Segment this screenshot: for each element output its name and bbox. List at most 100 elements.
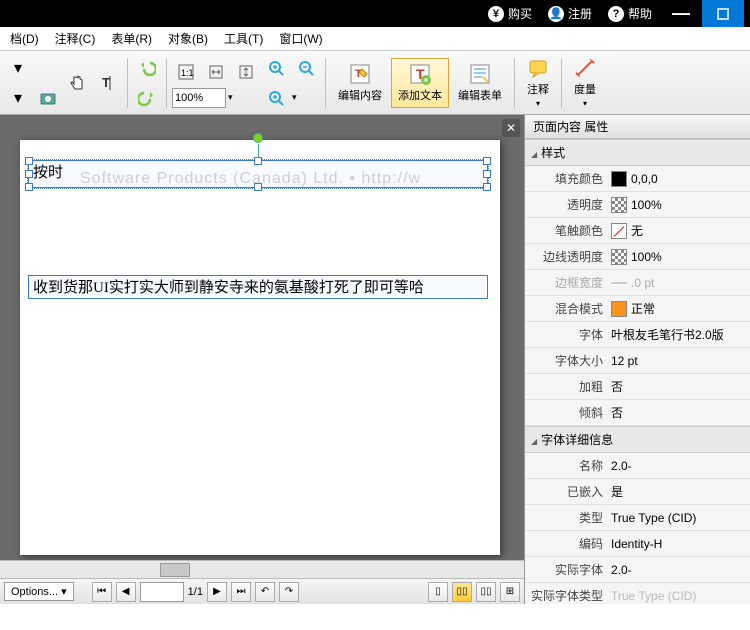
- help-icon: ?: [608, 6, 624, 22]
- two-page-view[interactable]: ▯▯: [476, 582, 496, 602]
- first-page-button[interactable]: ⏮: [92, 582, 112, 602]
- rotate-handle[interactable]: [253, 133, 263, 143]
- resize-handle-w[interactable]: [25, 170, 33, 178]
- options-button[interactable]: Options... ▾: [4, 582, 74, 601]
- properties-panel: 页面内容 属性 样式 填充颜色 0,0,0 透明度 100% 笔触颜色 无 边线…: [524, 115, 750, 604]
- dropdown-button-2[interactable]: ▾: [4, 84, 32, 112]
- resize-handle-e[interactable]: [483, 170, 491, 178]
- nav-fwd-button[interactable]: ↷: [279, 582, 299, 602]
- prop-italic[interactable]: 倾斜 否: [525, 400, 750, 426]
- zoom-out-icon: [297, 59, 315, 77]
- blend-swatch: [611, 301, 627, 317]
- resize-handle-nw[interactable]: [25, 157, 33, 165]
- maximize-button[interactable]: [702, 0, 744, 27]
- register-button[interactable]: 👤 注册: [540, 0, 600, 27]
- zoom-in-icon: [267, 59, 285, 77]
- resize-handle-ne[interactable]: [483, 157, 491, 165]
- section-style[interactable]: 样式: [525, 139, 750, 166]
- zoom-actual-icon: 1:1: [177, 63, 195, 81]
- horizontal-scrollbar[interactable]: [0, 560, 524, 578]
- prop-bold[interactable]: 加粗 否: [525, 374, 750, 400]
- prev-page-button[interactable]: ◀: [116, 582, 136, 602]
- next-page-button[interactable]: ▶: [207, 582, 227, 602]
- resize-handle-n[interactable]: [254, 157, 262, 165]
- menubar: 档(D) 注释(C) 表单(R) 对象(B) 工具(T) 窗口(W): [0, 27, 750, 51]
- menu-win[interactable]: 窗口(W): [271, 28, 330, 49]
- text-select-tool[interactable]: T: [94, 69, 122, 97]
- prop-opacity[interactable]: 透明度 100%: [525, 192, 750, 218]
- resize-handle-se[interactable]: [483, 183, 491, 191]
- edit-content-button[interactable]: T 编辑内容: [331, 58, 389, 108]
- svg-text:1:1: 1:1: [181, 68, 194, 78]
- annot-button[interactable]: 注释 ▾: [520, 52, 556, 113]
- zoom-out-button[interactable]: [292, 54, 320, 82]
- menu-doc[interactable]: 档(D): [2, 28, 47, 49]
- add-text-button[interactable]: T 添加文本: [391, 58, 449, 108]
- fit-page-icon: [237, 63, 255, 81]
- prop-fill-color[interactable]: 填充颜色 0,0,0: [525, 166, 750, 192]
- fit-width-button[interactable]: [202, 58, 230, 86]
- dropdown-button[interactable]: ▾: [4, 54, 32, 82]
- prop-stroke-color[interactable]: 笔触颜色 无: [525, 218, 750, 244]
- zoom-more[interactable]: ▾: [292, 92, 297, 103]
- canvas-area[interactable]: ✕ Software Products (Canada) Ltd. • http…: [0, 115, 524, 560]
- last-page-button[interactable]: ⏭: [231, 582, 251, 602]
- menu-obj[interactable]: 对象(B): [160, 28, 216, 49]
- menu-tool[interactable]: 工具(T): [216, 28, 271, 49]
- prop-encoding: 编码 Identity-H: [525, 531, 750, 557]
- edit-form-icon: [469, 63, 491, 85]
- page-count: 1/1: [188, 586, 203, 598]
- prop-font[interactable]: 字体 叶根友毛笔行书2.0版: [525, 322, 750, 348]
- page[interactable]: Software Products (Canada) Ltd. • http:/…: [20, 140, 500, 555]
- prop-font-size[interactable]: 字体大小 12 pt: [525, 348, 750, 374]
- zoom-in-button[interactable]: [262, 54, 290, 82]
- undo-icon: [138, 59, 156, 77]
- buy-button[interactable]: ¥ 购买: [480, 0, 540, 27]
- zoom-combo-button[interactable]: [262, 84, 290, 112]
- single-page-view[interactable]: ▯: [428, 582, 448, 602]
- two-continuous-view[interactable]: ⊞: [500, 582, 520, 602]
- resize-handle-sw[interactable]: [25, 183, 33, 191]
- textbox-selected[interactable]: 按时: [28, 160, 488, 188]
- zoom-dropdown[interactable]: ▾: [228, 92, 233, 103]
- prop-blend-mode[interactable]: 混合模式 正常: [525, 296, 750, 322]
- yen-icon: ¥: [488, 6, 504, 22]
- fit-width-icon: [207, 63, 225, 81]
- textbox-2[interactable]: 收到货那UI实打实大师到静安寺来的氨基酸打死了即可等哈: [28, 275, 488, 299]
- prop-border-opacity[interactable]: 边线透明度 100%: [525, 244, 750, 270]
- resize-handle-s[interactable]: [254, 183, 262, 191]
- menu-annot[interactable]: 注释(C): [47, 28, 104, 49]
- textbox2-text: 收到货那UI实打实大师到静安寺来的氨基酸打死了即可等哈: [29, 278, 428, 298]
- prop-actual-font: 实际字体 2.0-: [525, 557, 750, 583]
- fill-swatch[interactable]: [611, 171, 627, 187]
- prop-fontname: 名称 2.0-: [525, 453, 750, 479]
- prop-border-width[interactable]: 边框宽度 .0 pt: [525, 270, 750, 296]
- add-text-icon: T: [409, 63, 431, 85]
- buy-label: 购买: [508, 5, 532, 22]
- close-tab-button[interactable]: ✕: [502, 119, 520, 137]
- menu-form[interactable]: 表单(R): [103, 28, 160, 49]
- help-button[interactable]: ? 帮助: [600, 0, 660, 27]
- camera-icon: [39, 89, 57, 107]
- undo-button[interactable]: [133, 54, 161, 82]
- border-opacity-swatch: [611, 249, 627, 265]
- stroke-swatch[interactable]: [611, 223, 627, 239]
- page-input[interactable]: [140, 582, 184, 602]
- canvas-wrap: ✕ Software Products (Canada) Ltd. • http…: [0, 115, 524, 604]
- snapshot-button[interactable]: [34, 84, 62, 112]
- edit-form-button[interactable]: 编辑表单: [451, 58, 509, 108]
- section-fontinfo[interactable]: 字体详细信息: [525, 426, 750, 453]
- main-area: ✕ Software Products (Canada) Ltd. • http…: [0, 115, 750, 604]
- measure-icon: [574, 57, 596, 79]
- zoom-11-button[interactable]: 1:1: [172, 58, 200, 86]
- scroll-thumb[interactable]: [160, 563, 190, 577]
- measure-button[interactable]: 度量 ▾: [567, 52, 603, 113]
- hand-tool[interactable]: [64, 69, 92, 97]
- zoom-input[interactable]: [172, 88, 226, 108]
- minimize-button[interactable]: —: [660, 3, 702, 24]
- redo-button[interactable]: [133, 84, 161, 112]
- fit-page-button[interactable]: [232, 58, 260, 86]
- prop-actual-type: 实际字体类型 True Type (CID): [525, 583, 750, 604]
- continuous-view[interactable]: ▯▯: [452, 582, 472, 602]
- nav-back-button[interactable]: ↶: [255, 582, 275, 602]
